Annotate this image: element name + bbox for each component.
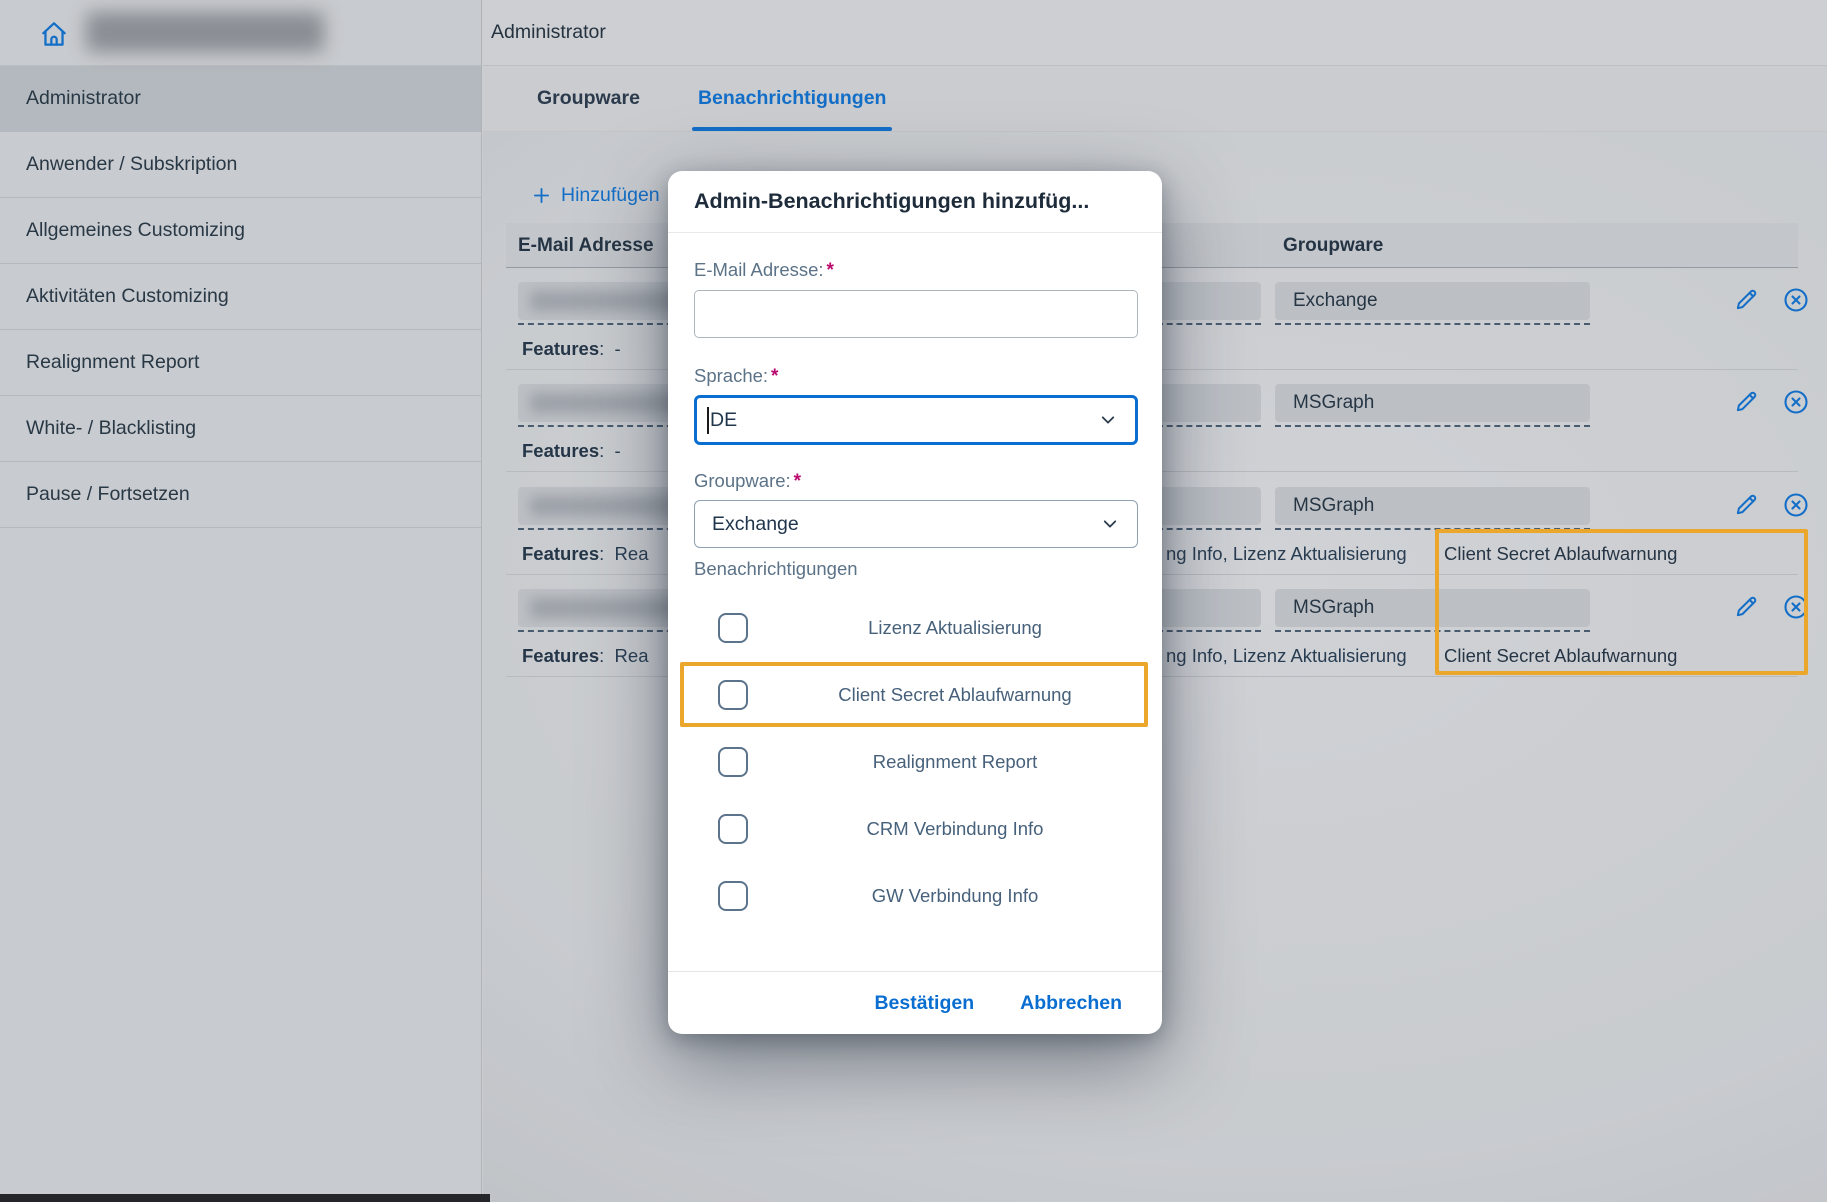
chevron-down-icon <box>1101 515 1119 533</box>
sidebar-item-aktivit-ten-customizing[interactable]: Aktivitäten Customizing <box>0 264 481 330</box>
email-label: E-Mail Adresse:* <box>694 259 1138 281</box>
column-header-email: E-Mail Adresse <box>518 223 654 268</box>
groupware-select-value: Exchange <box>712 513 799 536</box>
sidebar-item-white-blacklisting[interactable]: White- / Blacklisting <box>0 396 481 462</box>
delete-icon[interactable] <box>1782 286 1810 314</box>
sidebar: AdministratorAnwender / SubskriptionAllg… <box>0 0 482 1202</box>
groupware-cell[interactable]: MSGraph <box>1275 384 1590 422</box>
groupware-label: Groupware:* <box>694 470 1138 492</box>
delete-icon[interactable] <box>1782 388 1810 416</box>
chevron-down-icon <box>1099 411 1117 429</box>
email-field[interactable] <box>694 290 1138 338</box>
highlight-box-table <box>1435 529 1808 675</box>
checkbox-gw-verbindung-info[interactable] <box>718 881 748 911</box>
plus-icon <box>531 185 552 206</box>
tab-bar: Groupware Benachrichtigungen <box>483 66 1827 132</box>
edit-icon[interactable] <box>1732 491 1760 519</box>
confirm-button[interactable]: Bestätigen <box>874 992 974 1015</box>
checkbox-label: Client Secret Ablaufwarnung <box>760 684 1150 706</box>
checkbox-realignment-report[interactable] <box>718 747 748 777</box>
sidebar-item-pause-fortsetzen[interactable]: Pause / Fortsetzen <box>0 462 481 528</box>
groupware-select[interactable]: Exchange <box>694 500 1138 548</box>
notification-option-crm-verbindung-info: CRM Verbindung Info <box>694 795 1138 862</box>
sidebar-item-realignment-report[interactable]: Realignment Report <box>0 330 481 396</box>
groupware-cell[interactable]: MSGraph <box>1275 487 1590 525</box>
features-text: Features: - <box>522 338 621 360</box>
checkbox-client-secret-ablaufwarnung[interactable] <box>718 680 748 710</box>
app-window: AdministratorAnwender / SubskriptionAllg… <box>0 0 1827 1202</box>
required-marker: * <box>794 471 801 492</box>
tab-groupware[interactable]: Groupware <box>537 66 640 131</box>
groupware-cell-underline <box>1275 425 1590 427</box>
cancel-button[interactable]: Abbrechen <box>1020 992 1122 1015</box>
app-title-redacted <box>86 12 324 52</box>
checkbox-label: Lizenz Aktualisierung <box>760 617 1150 639</box>
dialog-footer: Bestätigen Abbrechen <box>668 971 1162 1034</box>
edit-icon[interactable] <box>1732 388 1760 416</box>
features-text: Features: - <box>522 440 621 462</box>
sidebar-nav: AdministratorAnwender / SubskriptionAllg… <box>0 66 481 528</box>
dialog-title: Admin-Benachrichtigungen hinzufüg... <box>694 189 1089 214</box>
language-select[interactable]: DE <box>694 395 1138 445</box>
edit-icon[interactable] <box>1732 286 1760 314</box>
required-marker: * <box>827 260 834 281</box>
add-button[interactable]: Hinzufügen <box>531 184 660 207</box>
language-select-value: DE <box>710 409 737 432</box>
notification-option-realignment-report: Realignment Report <box>694 728 1138 795</box>
checkbox-label: Realignment Report <box>760 751 1150 773</box>
checkbox-lizenz-aktualisierung[interactable] <box>718 613 748 643</box>
delete-icon[interactable] <box>1782 491 1810 519</box>
add-button-label: Hinzufügen <box>561 184 660 207</box>
notification-option-client-secret-ablaufwarnung: Client Secret Ablaufwarnung <box>694 661 1138 728</box>
sidebar-item-administrator[interactable]: Administrator <box>0 66 481 132</box>
window-bottom-strip <box>0 1194 490 1202</box>
sidebar-header <box>0 0 481 66</box>
required-marker: * <box>771 366 778 387</box>
language-label: Sprache:* <box>694 365 1138 387</box>
tab-benachrichtigungen[interactable]: Benachrichtigungen <box>698 66 887 131</box>
notification-option-gw-verbindung-info: GW Verbindung Info <box>694 862 1138 929</box>
add-admin-notifications-dialog: Admin-Benachrichtigungen hinzufüg... E-M… <box>668 171 1162 1034</box>
features-text: Features: Rea <box>522 645 648 667</box>
column-header-groupware: Groupware <box>1283 223 1383 268</box>
checkbox-label: CRM Verbindung Info <box>760 818 1150 840</box>
groupware-cell[interactable]: Exchange <box>1275 282 1590 320</box>
groupware-cell-underline <box>1275 323 1590 325</box>
features-text-fragment: ng Info, Lizenz Aktualisierung <box>1166 543 1407 565</box>
text-cursor <box>707 407 709 434</box>
checkbox-label: GW Verbindung Info <box>760 885 1150 907</box>
dialog-body: E-Mail Adresse:* Sprache:* DE Groupware:… <box>668 233 1162 971</box>
notification-checkbox-list: Lizenz AktualisierungClient Secret Ablau… <box>694 594 1138 929</box>
page-header: Administrator <box>483 0 1827 66</box>
notifications-section-label: Benachrichtigungen <box>694 558 1138 580</box>
notification-option-lizenz-aktualisierung: Lizenz Aktualisierung <box>694 594 1138 661</box>
dialog-header: Admin-Benachrichtigungen hinzufüg... <box>668 171 1162 233</box>
home-icon[interactable] <box>38 18 70 50</box>
features-text: Features: Rea <box>522 543 648 565</box>
sidebar-item-anwender-subskription[interactable]: Anwender / Subskription <box>0 132 481 198</box>
checkbox-crm-verbindung-info[interactable] <box>718 814 748 844</box>
features-text-fragment: ng Info, Lizenz Aktualisierung <box>1166 645 1407 667</box>
page-title: Administrator <box>491 21 606 44</box>
sidebar-item-allgemeines-customizing[interactable]: Allgemeines Customizing <box>0 198 481 264</box>
